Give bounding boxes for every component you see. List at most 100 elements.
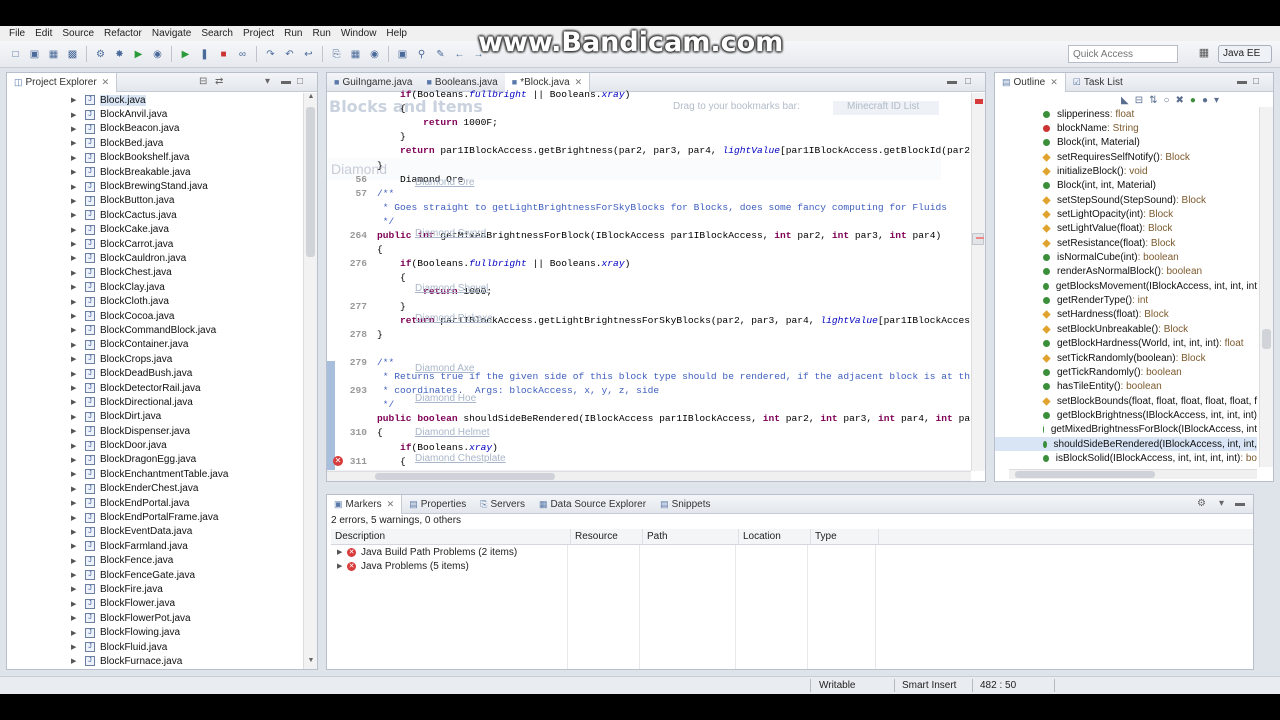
project-file-item[interactable]: ▶ J BlockCrops.java — [7, 352, 307, 366]
code-area[interactable]: if(Booleans.fullbright || Booleans.xray)… — [327, 89, 985, 481]
scroll-thumb[interactable] — [1262, 329, 1271, 349]
code-line[interactable]: { — [327, 244, 971, 258]
filter-icon[interactable]: ⚙ — [1197, 498, 1206, 509]
run-icon[interactable]: ▶ — [131, 47, 146, 62]
column-location[interactable]: Location — [739, 529, 811, 544]
minimize-icon[interactable]: ▬ — [1235, 498, 1245, 509]
expand-icon[interactable]: ▶ — [71, 154, 81, 162]
suspend-icon[interactable]: ❚ — [197, 47, 212, 62]
terminate-icon[interactable]: ■ — [216, 47, 231, 62]
marker-group-row[interactable]: ▶ ✕ Java Problems (5 items) — [331, 559, 1253, 573]
error-overview-mark[interactable] — [975, 99, 983, 104]
outline-item[interactable]: setResistance(float) : Block — [995, 236, 1257, 250]
scroll-up-icon[interactable]: ▲ — [304, 93, 317, 105]
annotation-icon[interactable]: ✎ — [433, 47, 448, 62]
project-file-item[interactable]: ▶ J BlockDirectional.java — [7, 395, 307, 409]
expand-icon[interactable]: ▶ — [71, 240, 81, 248]
perspective-java-ee-button[interactable]: Java EE — [1218, 45, 1272, 63]
project-file-item[interactable]: ▶ J BlockBrewingStand.java — [7, 179, 307, 193]
outline-item[interactable]: setTickRandomly(boolean) : Block — [995, 351, 1257, 365]
debug-icon[interactable]: ✸ — [112, 47, 127, 62]
menu-window[interactable]: Window — [336, 28, 382, 39]
menu-navigate[interactable]: Navigate — [147, 28, 196, 39]
back-icon[interactable]: ← — [452, 47, 467, 62]
tab-data-source-explorer[interactable]: ▦ Data Source Explorer — [532, 495, 653, 514]
tab-project-explorer[interactable]: ◫ Project Explorer ✕ — [7, 73, 118, 92]
code-line[interactable]: 278} — [327, 329, 971, 343]
expand-icon[interactable]: ▶ — [71, 614, 81, 622]
resume-icon[interactable]: ▶ — [178, 47, 193, 62]
view-menu-icon[interactable]: ▾ — [1219, 498, 1224, 509]
expand-icon[interactable]: ▶ — [71, 571, 81, 579]
project-file-item[interactable]: ▶ J BlockFluid.java — [7, 640, 307, 654]
outline-item[interactable]: renderAsNormalBlock() : boolean — [995, 265, 1257, 279]
menu-run[interactable]: Run — [279, 28, 307, 39]
code-line[interactable]: 276 if(Booleans.fullbright || Booleans.x… — [327, 258, 971, 272]
project-file-item[interactable]: ▶ J BlockEndPortalFrame.java — [7, 510, 307, 524]
hide-fields-icon[interactable]: ○ — [1163, 95, 1169, 106]
expand-icon[interactable]: ▶ — [71, 355, 81, 363]
print-icon[interactable]: ▩ — [65, 47, 80, 62]
project-file-item[interactable]: ▶ J BlockCocoa.java — [7, 309, 307, 323]
tab-servers[interactable]: ⎘ Servers — [473, 495, 532, 514]
outline-item[interactable]: hasTileEntity() : boolean — [995, 380, 1257, 394]
open-perspective-icon[interactable]: ▦ — [1196, 46, 1212, 62]
expand-icon[interactable]: ▶ — [71, 398, 81, 406]
project-file-item[interactable]: ▶ J BlockCake.java — [7, 223, 307, 237]
expand-icon[interactable]: ▶ — [71, 341, 81, 349]
menu-file[interactable]: File — [4, 28, 30, 39]
project-file-item[interactable]: ▶ J BlockFlowing.java — [7, 625, 307, 639]
project-file-item[interactable]: ▶ J BlockClay.java — [7, 280, 307, 294]
save-icon[interactable]: ▣ — [27, 47, 42, 62]
expand-icon[interactable]: ▶ — [71, 197, 81, 205]
collapse-all-icon[interactable]: ⊟ — [1135, 95, 1143, 106]
project-file-item[interactable]: ▶ J BlockCommandBlock.java — [7, 323, 307, 337]
menu-edit[interactable]: Edit — [30, 28, 57, 39]
outline-horizontal-scrollbar[interactable] — [1009, 469, 1257, 479]
code-line[interactable]: if(Booleans.fullbright || Booleans.xray) — [327, 89, 971, 103]
outline-item[interactable]: setRequiresSelfNotify() : Block — [995, 150, 1257, 164]
expand-icon[interactable]: ▶ — [337, 562, 347, 570]
expand-icon[interactable]: ▶ — [71, 384, 81, 392]
collapse-all-icon[interactable]: ⊟ — [199, 76, 207, 87]
outline-item[interactable]: setBlockBounds(float, float, float, floa… — [995, 394, 1257, 408]
expand-icon[interactable]: ▶ — [71, 312, 81, 320]
code-line[interactable]: } — [327, 131, 971, 145]
maximize-icon[interactable]: □ — [1253, 76, 1259, 87]
expand-icon[interactable]: ▶ — [71, 254, 81, 262]
project-file-item[interactable]: ▶ J BlockFlower.java — [7, 597, 307, 611]
expand-icon[interactable]: ▶ — [71, 183, 81, 191]
project-file-item[interactable]: ▶ J BlockEndPortal.java — [7, 496, 307, 510]
outline-item[interactable]: getTickRandomly() : boolean — [995, 365, 1257, 379]
server-icon[interactable]: ⎘ — [329, 47, 344, 62]
tab-outline[interactable]: ▤ Outline ✕ — [995, 73, 1066, 92]
project-file-item[interactable]: ▶ J BlockButton.java — [7, 194, 307, 208]
project-file-item[interactable]: ▶ J BlockCloth.java — [7, 294, 307, 308]
external-tools-icon[interactable]: ◉ — [150, 47, 165, 62]
expand-icon[interactable]: ▶ — [71, 125, 81, 133]
code-line[interactable]: { — [327, 103, 971, 117]
expand-icon[interactable]: ▶ — [71, 168, 81, 176]
tab-markers[interactable]: ▣ Markers ✕ — [327, 495, 403, 514]
expand-icon[interactable]: ▶ — [71, 96, 81, 104]
scroll-thumb[interactable] — [972, 233, 984, 245]
project-file-item[interactable]: ▶ J BlockFlowerPot.java — [7, 611, 307, 625]
column-path[interactable]: Path — [643, 529, 739, 544]
close-icon[interactable]: ✕ — [387, 499, 395, 510]
outline-item[interactable]: initializeBlock() : void — [995, 164, 1257, 178]
expand-icon[interactable]: ▶ — [71, 442, 81, 450]
step-return-icon[interactable]: ↩ — [301, 47, 316, 62]
outline-item[interactable]: Block(int, Material) — [995, 136, 1257, 150]
expand-icon[interactable]: ▶ — [71, 657, 81, 665]
project-file-item[interactable]: ▶ J BlockDragonEgg.java — [7, 453, 307, 467]
globe-icon[interactable]: ◉ — [367, 47, 382, 62]
project-file-item[interactable]: ▶ J BlockDetectorRail.java — [7, 381, 307, 395]
hide-static-icon[interactable]: ✖ — [1176, 95, 1184, 106]
project-file-item[interactable]: ▶ J BlockFurnace.java — [7, 654, 307, 668]
expand-icon[interactable]: ▶ — [71, 269, 81, 277]
expand-icon[interactable]: ▶ — [71, 139, 81, 147]
project-file-item[interactable]: ▶ J BlockDispenser.java — [7, 424, 307, 438]
project-file-item[interactable]: ▶ J BlockFarmland.java — [7, 539, 307, 553]
maximize-icon[interactable]: □ — [965, 76, 971, 87]
outline-item[interactable]: getBlocksMovement(IBlockAccess, int, int… — [995, 279, 1257, 293]
